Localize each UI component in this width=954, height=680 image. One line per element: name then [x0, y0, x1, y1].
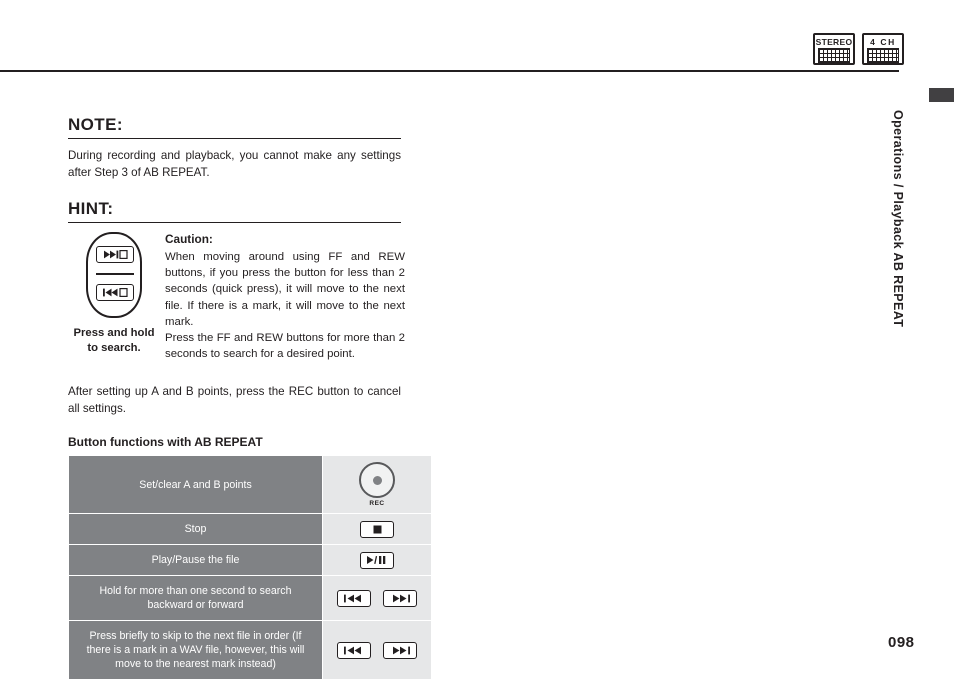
table-row: Stop: [68, 513, 432, 546]
ff-button-illustration: [96, 246, 134, 263]
table-row-controls: [322, 620, 432, 680]
table-row: Set/clear A and B points REC: [68, 455, 432, 515]
table-row: Hold for more than one second to search …: [68, 575, 432, 622]
grid-icon: [867, 48, 899, 63]
header-rule: [0, 70, 899, 72]
note-body: During recording and playback, you canno…: [68, 149, 401, 179]
after-setting-paragraph: After setting up A and B points, press t…: [68, 385, 401, 415]
remote-buttons-illustration: [86, 232, 142, 318]
rew-button-illustration: [96, 284, 134, 301]
caution-column: Caution: When moving around using FF and…: [160, 232, 408, 362]
side-tab-label: Operations / Playback AB REPEAT: [891, 110, 905, 328]
rec-dot-icon: [372, 475, 382, 485]
four-channel-badge: 4 CH: [862, 33, 904, 65]
table-row-controls: [322, 544, 432, 577]
table-row: Play/Pause the file: [68, 544, 432, 577]
table-row-description: Set/clear A and B points: [68, 455, 323, 515]
side-tab-marker: [929, 88, 954, 102]
rew-button-icon[interactable]: [337, 641, 371, 659]
table-row-description: Stop: [68, 513, 323, 546]
table-row-controls: REC: [322, 455, 432, 515]
ff-button-icon[interactable]: [383, 641, 417, 659]
page-content: NOTE: During recording and playback, you…: [68, 115, 432, 680]
table-row-controls: [322, 513, 432, 546]
four-channel-badge-label: 4 CH: [870, 37, 896, 47]
remote-divider: [96, 273, 134, 275]
table-row-description: Hold for more than one second to search …: [68, 575, 323, 622]
table-row-description: Play/Pause the file: [68, 544, 323, 577]
stereo-badge: STEREO: [813, 33, 855, 65]
stereo-badge-label: STEREO: [815, 37, 853, 47]
hint-rule: [68, 222, 401, 223]
ff-button-icon[interactable]: [383, 589, 417, 607]
table-row-description: Press briefly to skip to the next file i…: [68, 620, 323, 680]
rec-button-label: REC: [369, 500, 385, 508]
hint-block: Press and hold to search. Caution: When …: [68, 232, 408, 362]
hint-illustration-column: Press and hold to search.: [68, 232, 160, 356]
note-rule: [68, 138, 401, 139]
table-heading: Button functions with AB REPEAT: [68, 435, 263, 450]
play-pause-button-icon[interactable]: [360, 551, 394, 569]
hint-caption: Press and hold to search.: [73, 327, 155, 354]
page-number: 098: [888, 634, 915, 651]
caution-paragraph-2: Press the FF and REW buttons for more th…: [165, 332, 405, 361]
note-heading: NOTE:: [68, 115, 123, 134]
table-row: Press briefly to skip to the next file i…: [68, 620, 432, 680]
button-functions-table: Set/clear A and B points REC Stop Play/P…: [68, 455, 432, 680]
grid-icon: [818, 48, 850, 63]
table-row-controls: [322, 575, 432, 622]
format-badges: STEREO 4 CH: [813, 33, 904, 65]
rew-button-icon[interactable]: [337, 589, 371, 607]
hint-heading: HINT:: [68, 199, 114, 218]
caution-paragraph-1: When moving around using FF and REW butt…: [165, 251, 405, 328]
rec-button-icon[interactable]: [359, 462, 395, 499]
stop-button-icon[interactable]: [360, 520, 394, 538]
caution-heading: Caution:: [165, 232, 213, 246]
